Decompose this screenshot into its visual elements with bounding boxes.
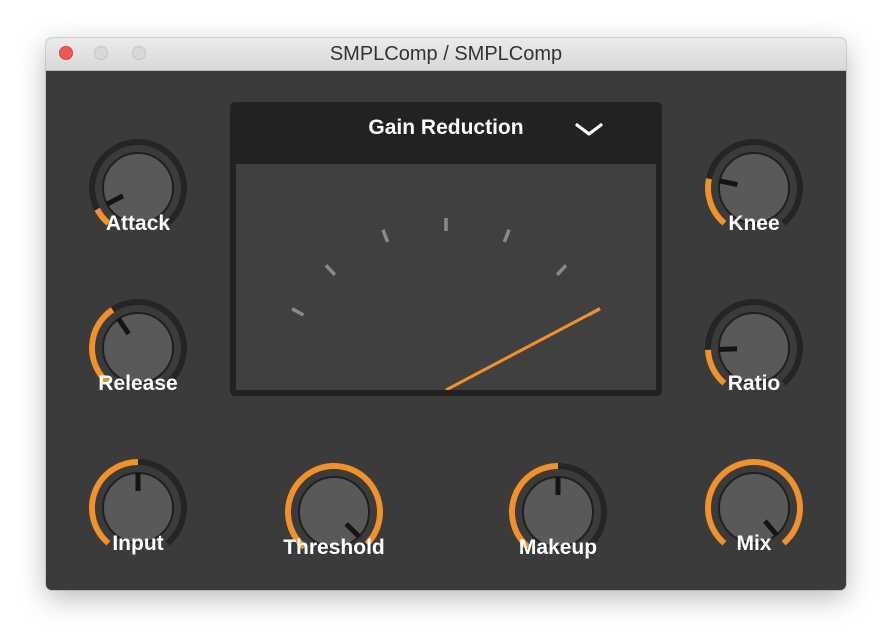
makeup-label: Makeup	[518, 536, 598, 559]
title-bar: SMPLComp / SMPLComp	[46, 38, 846, 71]
ratio-label: Ratio	[727, 372, 781, 395]
chevron-down-icon	[575, 123, 603, 136]
input-label: Input	[112, 532, 164, 555]
meter-tick	[291, 307, 305, 317]
ratio-knob-pointer	[718, 346, 738, 352]
gain-reduction-meter: Gain Reduction	[230, 102, 662, 396]
meter-tick	[381, 229, 390, 243]
release-label: Release	[98, 372, 178, 395]
meter-tick	[502, 229, 511, 243]
meter-tick	[324, 264, 337, 276]
meter-tick	[555, 264, 568, 276]
threshold-label: Threshold	[283, 536, 385, 559]
attack-label: Attack	[105, 212, 171, 235]
plugin-panel: Attack Release Input Threshold Makeup Kn…	[46, 71, 846, 590]
plugin-window: SMPLComp / SMPLComp Attack Release Input…	[46, 38, 846, 590]
knee-knob-pointer	[719, 178, 738, 188]
mix-label: Mix	[736, 532, 772, 555]
meter-scale	[291, 218, 601, 390]
meter-display	[236, 164, 656, 390]
knee-label: Knee	[728, 212, 780, 235]
window-title: SMPLComp / SMPLComp	[329, 43, 563, 65]
meter-mode-dropdown[interactable]: Gain Reduction	[230, 102, 662, 160]
meter-needle	[445, 307, 601, 390]
